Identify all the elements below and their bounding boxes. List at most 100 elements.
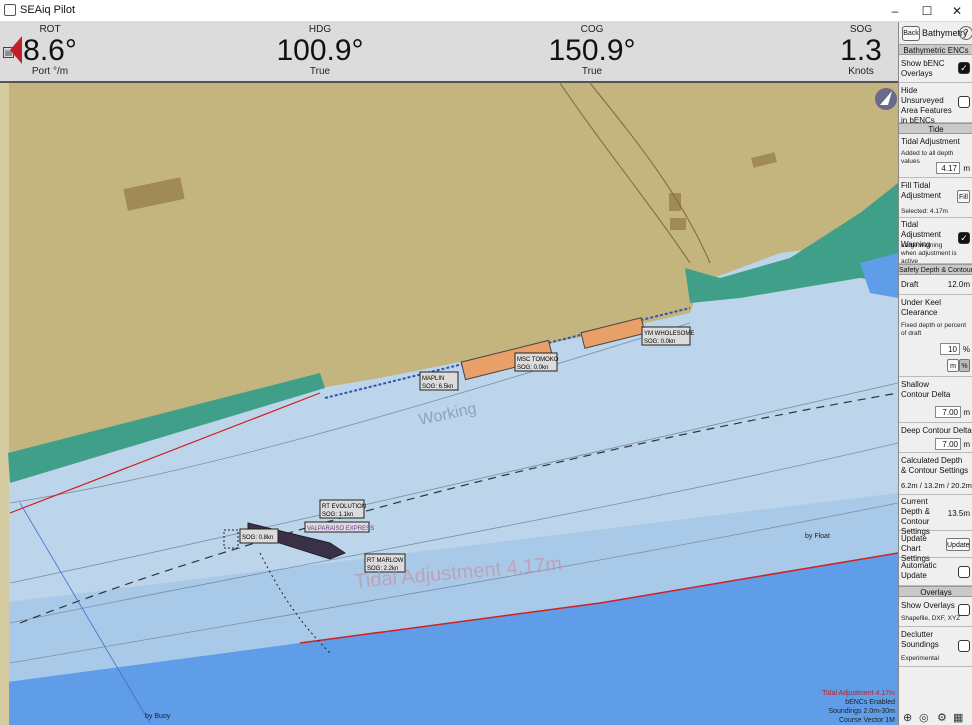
shallow-contour-input[interactable]: 7.00 bbox=[935, 406, 961, 418]
route-icon[interactable]: ◎ bbox=[919, 711, 929, 724]
sog-value: 1.3 bbox=[840, 34, 882, 67]
vessel-label-maplin[interactable]: MAPLIN SOG: 6.5kn bbox=[419, 371, 459, 391]
status-soundings: Soundings 2.0m-30m bbox=[828, 708, 895, 715]
show-benc-label: Show bENC Overlays bbox=[901, 59, 945, 78]
rot-port-arrow-icon bbox=[10, 36, 22, 64]
title-bar: SEAiq Pilot – ☐ ✕ bbox=[0, 0, 972, 22]
calculated-settings-row: Calculated Depth & Contour Settings 6.2m… bbox=[899, 453, 972, 495]
fill-tidal-row: Fill Tidal Adjustment Fill Selected: 4.1… bbox=[899, 178, 972, 218]
auto-update-checkbox[interactable] bbox=[958, 566, 970, 578]
vessel-name: VALPARAISO EXPRESS bbox=[307, 526, 374, 532]
status-benc: bENCs Enabled bbox=[845, 699, 895, 706]
declutter-label: Declutter Soundings bbox=[901, 630, 939, 649]
show-benc-row[interactable]: Show bENC Overlays ✓ bbox=[899, 55, 972, 83]
vessel-name: RT EVOLUTION bbox=[322, 504, 366, 510]
hide-unsurveyed-label: Hide Unsurveyed Area Features in bENCs bbox=[901, 86, 952, 125]
show-overlays-row[interactable]: Show Overlays Shapefile, DXF, XYZ bbox=[899, 597, 972, 627]
shallow-contour-unit: m bbox=[963, 408, 970, 417]
tidal-adjustment-unit: m bbox=[963, 164, 970, 173]
tidal-adjustment-input[interactable]: 4.17 bbox=[936, 162, 960, 174]
left-edge-land bbox=[0, 83, 9, 725]
current-settings-row: Current Depth & Contour Settings 13.5m bbox=[899, 495, 972, 536]
ukc-label: Under Keel Clearance bbox=[901, 298, 942, 317]
vessel-sog: SOG: 0.8kn bbox=[242, 535, 273, 541]
show-benc-checkbox[interactable]: ✓ bbox=[958, 62, 970, 74]
ukc-percent-button[interactable]: % bbox=[959, 359, 970, 372]
vessel-name: MSC TOMOKO bbox=[517, 357, 559, 363]
help-button[interactable]: ? bbox=[959, 26, 972, 40]
vessel-name: RT MARLOW bbox=[367, 558, 404, 564]
vessel-name: MAPLIN bbox=[422, 376, 444, 382]
buoy-label: by Buoy bbox=[145, 713, 171, 720]
declutter-sub: Experimental bbox=[901, 655, 939, 662]
draft-label: Draft bbox=[901, 280, 919, 289]
back-button[interactable]: Back bbox=[902, 26, 920, 41]
gear-icon[interactable]: ⚙ bbox=[937, 711, 947, 724]
ukc-meters-button[interactable]: m bbox=[947, 359, 959, 372]
deep-contour-input[interactable]: 7.00 bbox=[935, 438, 961, 450]
land-building bbox=[670, 218, 686, 230]
vessel-sog: SOG: 6.5kn bbox=[422, 384, 453, 390]
bottom-toolbar: ⊕ ◎ ⚙ ▦ bbox=[899, 709, 972, 725]
vessel-label-rt-evolution[interactable]: RT EVOLUTION SOG: 1.1kn bbox=[319, 499, 366, 519]
update-button[interactable]: Update bbox=[946, 538, 970, 551]
show-overlays-checkbox[interactable] bbox=[958, 604, 970, 616]
chart-canvas[interactable]: RT EVOLUTION SOG: 1.1kn VALPARAISO EXPRE… bbox=[0, 83, 898, 725]
section-tide: Tide bbox=[899, 123, 972, 134]
declutter-row[interactable]: Declutter Soundings Experimental bbox=[899, 627, 972, 667]
rot-display: ROT 8.6° Port °/m bbox=[20, 22, 80, 82]
ukc-sub: Fixed depth or percent of draft bbox=[901, 322, 967, 337]
fill-tidal-sub: Selected: 4.17m bbox=[901, 208, 948, 215]
deep-contour-label: Deep Contour Delta bbox=[901, 426, 972, 435]
deep-contour-row: Deep Contour Delta 7.00 m bbox=[899, 423, 972, 453]
vessel-sog: SOG: 1.1kn bbox=[322, 512, 353, 518]
calculated-settings-label: Calculated Depth & Contour Settings bbox=[901, 456, 969, 475]
zoom-icon[interactable]: ⊕ bbox=[903, 711, 912, 724]
hdg-unit: True bbox=[309, 66, 331, 77]
cog-display: COG 150.9° True bbox=[542, 22, 642, 82]
vessel-label-msc-tomoko[interactable]: MSC TOMOKO SOG: 0.0kn bbox=[514, 352, 559, 372]
rot-unit: Port °/m bbox=[31, 66, 69, 77]
show-overlays-sub: Shapefile, DXF, XYZ bbox=[901, 615, 961, 622]
north-arrow-icon[interactable] bbox=[875, 88, 897, 110]
fill-button[interactable]: Fill bbox=[957, 190, 970, 203]
minimize-button[interactable]: – bbox=[880, 2, 910, 20]
tidal-adjustment-row: Tidal Adjustment Added to all depth valu… bbox=[899, 134, 972, 178]
current-settings-value: 13.5m bbox=[947, 509, 970, 518]
fill-tidal-label: Fill Tidal Adjustment bbox=[901, 181, 942, 200]
auto-update-label: Automatic Update bbox=[901, 561, 937, 580]
cog-unit: True bbox=[581, 66, 603, 77]
rot-value: 8.6° bbox=[23, 34, 77, 67]
cog-value: 150.9° bbox=[548, 34, 636, 67]
tidal-adjustment-label: Tidal Adjustment bbox=[901, 137, 960, 146]
ukc-unit: % bbox=[962, 345, 970, 354]
panel-header: Back Bathymetry ? bbox=[899, 22, 972, 44]
ukc-input[interactable]: 10 bbox=[940, 343, 960, 355]
window-title: SEAiq Pilot bbox=[20, 4, 76, 16]
hide-unsurveyed-row[interactable]: Hide Unsurveyed Area Features in bENCs bbox=[899, 83, 972, 125]
status-tidal: Tidal Adjustment 4.17m bbox=[822, 690, 895, 697]
draft-row[interactable]: Draft 12.0m bbox=[899, 275, 972, 295]
sog-unit: Knots bbox=[848, 66, 874, 77]
layers-icon[interactable]: ▦ bbox=[953, 711, 963, 724]
tidal-warning-checkbox[interactable]: ✓ bbox=[958, 232, 970, 244]
close-button[interactable]: ✕ bbox=[942, 2, 972, 20]
app-icon bbox=[4, 4, 16, 16]
status-course-vector: Course Vector 1M bbox=[839, 717, 895, 724]
tidal-warning-sub: Large warning when adjustment is active bbox=[901, 242, 957, 265]
maximize-button[interactable]: ☐ bbox=[912, 2, 942, 20]
declutter-checkbox[interactable] bbox=[958, 640, 970, 652]
tidal-warning-row[interactable]: Tidal Adjustment Warning Large warning w… bbox=[899, 218, 972, 265]
show-overlays-label: Show Overlays bbox=[901, 601, 955, 610]
hdg-display: HDG 100.9° True bbox=[270, 22, 370, 82]
auto-update-row[interactable]: Automatic Update bbox=[899, 558, 972, 586]
section-benc: Bathymetric ENCs bbox=[899, 44, 972, 55]
hide-unsurveyed-checkbox[interactable] bbox=[958, 96, 970, 108]
section-overlays: Overlays bbox=[899, 586, 972, 597]
buoy-label: by Float bbox=[805, 533, 830, 540]
bathymetry-panel: Back Bathymetry ? Bathymetric ENCs Show … bbox=[898, 22, 972, 725]
section-safety: Safety Depth & Contours bbox=[899, 264, 972, 275]
nautical-chart[interactable]: RT EVOLUTION SOG: 1.1kn VALPARAISO EXPRE… bbox=[0, 83, 898, 725]
instrument-bar: ▤ ROT 8.6° Port °/m HDG 100.9° True COG … bbox=[0, 22, 898, 83]
vessel-label-ym-wholesome[interactable]: YM WHOLESOME SOG: 0.0kn bbox=[641, 326, 694, 346]
